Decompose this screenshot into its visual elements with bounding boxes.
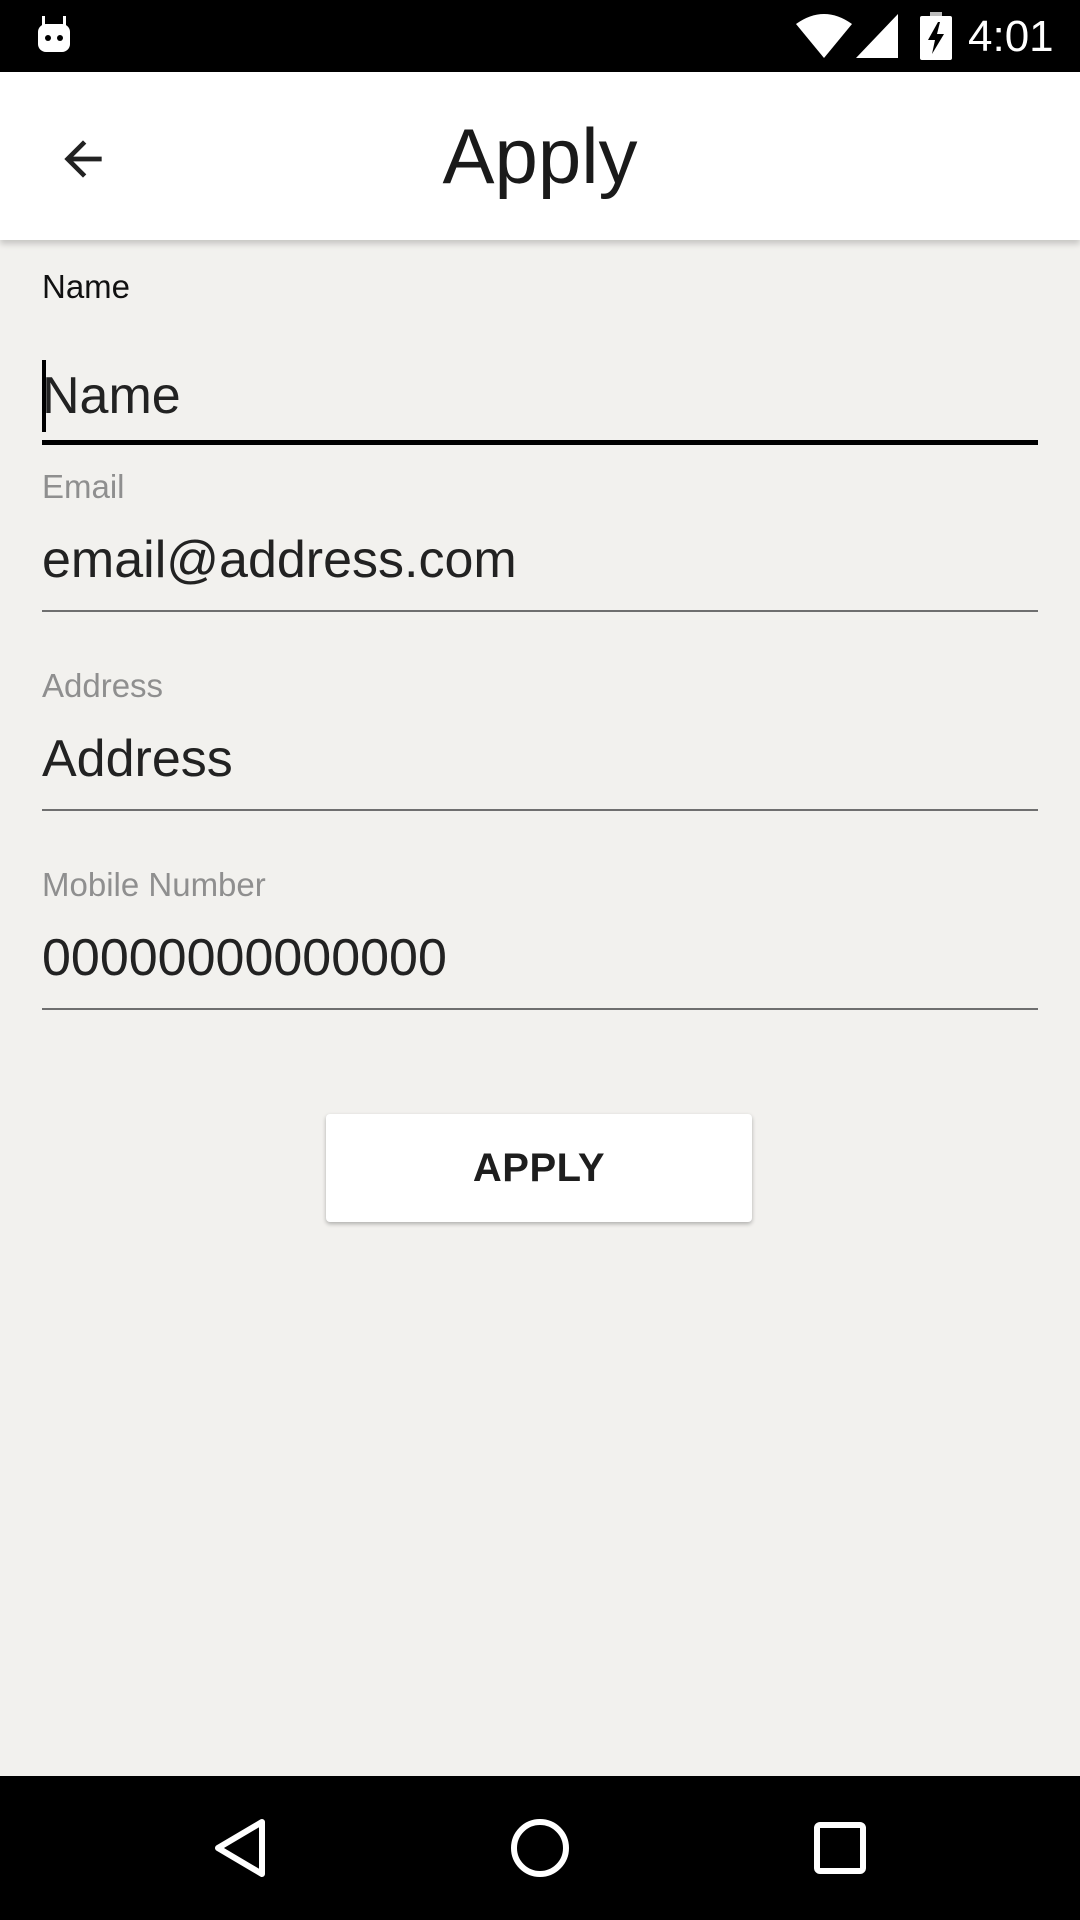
mobile-number-label: Mobile Number — [42, 866, 266, 903]
back-triangle-icon — [215, 1819, 265, 1877]
address-underline — [42, 809, 1038, 811]
status-time: 4:01 — [968, 12, 1054, 61]
battery-charging-icon — [920, 12, 952, 60]
android-icon — [38, 16, 70, 52]
recents-square-icon — [814, 1822, 866, 1874]
email-input[interactable] — [42, 520, 1038, 600]
name-field: Name — [42, 268, 1038, 445]
name-label: Name — [42, 268, 131, 305]
address-label: Address — [42, 667, 164, 704]
address-field: Address — [42, 667, 1038, 817]
apply-screen: 4:01 Apply Name Email Address — [0, 0, 1080, 1920]
mobile-number-underline — [42, 1008, 1038, 1010]
mobile-number-input[interactable] — [42, 918, 1038, 998]
signal-icon — [856, 14, 898, 58]
address-input[interactable] — [42, 719, 1038, 799]
email-underline — [42, 610, 1038, 612]
email-field: Email — [42, 468, 1038, 618]
apply-button[interactable]: APPLY — [326, 1114, 752, 1222]
mobile-number-field: Mobile Number — [42, 866, 1038, 1016]
nav-recents-button[interactable] — [790, 1798, 890, 1898]
back-button[interactable] — [40, 116, 126, 202]
name-input[interactable] — [42, 356, 1038, 436]
page-title: Apply — [442, 112, 638, 200]
status-bar: 4:01 — [0, 0, 1080, 72]
app-bar: Apply — [0, 72, 1080, 240]
navigation-bar — [0, 1776, 1080, 1920]
name-underline — [42, 440, 1038, 445]
nav-home-button[interactable] — [490, 1798, 590, 1898]
wifi-icon — [796, 14, 852, 58]
nav-back-button[interactable] — [190, 1798, 290, 1898]
arrow-back-icon — [64, 140, 102, 178]
home-circle-icon — [511, 1819, 569, 1877]
email-label: Email — [42, 468, 125, 505]
